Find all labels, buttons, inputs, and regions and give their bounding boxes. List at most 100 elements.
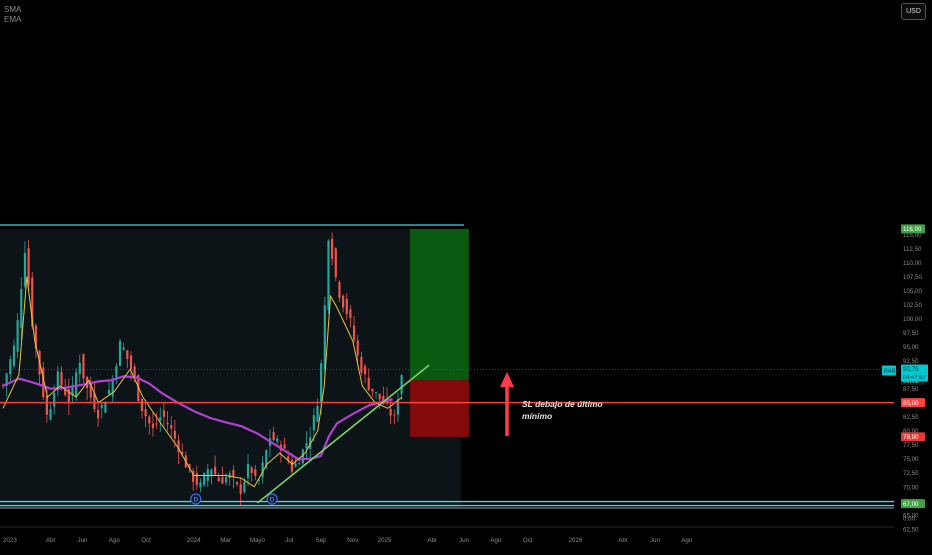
annotation-text-line1: SL debajo de último: [522, 399, 603, 409]
target-price-label: 116,00: [903, 226, 922, 233]
bar-countdown-label: 04:47:57: [903, 375, 926, 381]
indicator-legend: SMA EMA: [4, 5, 21, 25]
candle-bearish: [173, 430, 176, 439]
candle-bearish: [151, 423, 155, 429]
candle-bullish: [104, 402, 107, 413]
candle-bullish: [23, 252, 27, 287]
candle-bearish: [155, 423, 158, 425]
ema-legend-label[interactable]: EMA: [4, 15, 21, 25]
candle-bearish: [331, 238, 334, 259]
candle-bearish: [82, 353, 85, 379]
time-tick-label: Jun: [650, 537, 661, 544]
price-tick-label: 77,50: [903, 442, 919, 449]
time-tick-label: Jun: [459, 537, 470, 544]
stop-loss-price-label: 78,90: [903, 434, 919, 441]
time-tick-label: Sep: [315, 537, 327, 544]
candle-bearish: [129, 355, 133, 369]
time-tick-label: Jun: [78, 537, 89, 544]
candle-bearish: [170, 425, 173, 429]
candle-bearish: [352, 325, 356, 340]
candle-bullish: [374, 392, 378, 393]
time-tick-label: Ago: [490, 537, 502, 544]
candle-bearish: [349, 309, 352, 319]
price-tick-label: 95,00: [903, 344, 919, 351]
candle-bullish: [305, 443, 308, 449]
candle-bearish: [140, 399, 144, 411]
candlestick-chart[interactable]: SL debajo de últimomínimoD D 115,00112,50…: [0, 0, 932, 550]
candle-bullish: [16, 320, 19, 352]
candle-bearish: [27, 248, 30, 285]
price-tick-label: 105,00: [903, 288, 922, 295]
candle-bearish: [254, 469, 257, 476]
candle-bearish: [356, 340, 359, 356]
candle-bullish: [100, 404, 103, 409]
dividend-marker-label: D: [270, 497, 275, 504]
time-tick-label: Jul: [285, 537, 293, 544]
candle-bearish: [345, 299, 348, 314]
annotation-text-line2: mínimo: [522, 411, 552, 421]
candle-bullish: [246, 464, 250, 478]
candle-bearish: [148, 416, 151, 424]
time-tick-label: Abr: [427, 537, 437, 544]
resistance-price-label: 85,00: [903, 400, 919, 407]
price-tick-label: 75,00: [903, 456, 919, 463]
candle-bullish: [159, 416, 162, 421]
candle-bullish: [298, 463, 301, 465]
time-tick-label: Oct: [523, 537, 533, 544]
candle-bullish: [122, 347, 125, 350]
price-tick-label: 72,50: [903, 470, 919, 477]
candle-bearish: [371, 388, 374, 392]
chart-container[interactable]: SL debajo de último mínimo D D 115,00 112,50…: [0, 0, 932, 550]
candle-bearish: [389, 408, 392, 416]
range-highlight: [0, 229, 461, 508]
candle-bullish: [75, 372, 78, 397]
candle-bearish: [250, 467, 253, 474]
candle-bullish: [327, 240, 330, 310]
sma-legend-label[interactable]: SMA: [4, 5, 21, 15]
candle-bearish: [214, 466, 217, 475]
channel-bottom-price-label: 67,00: [903, 501, 919, 508]
candle-bearish: [239, 484, 242, 494]
time-tick-label: Ago: [109, 537, 121, 544]
time-tick-label: 2026: [569, 537, 583, 544]
symbol-label: BABA: [884, 369, 900, 375]
time-tick-label: Mayo: [250, 537, 266, 544]
price-tick-label: 112,50: [903, 246, 922, 253]
price-tick-label: 110,00: [903, 260, 922, 267]
candle-bullish: [53, 392, 56, 407]
candle-bearish: [360, 356, 363, 373]
candle-bearish: [342, 295, 345, 308]
time-tick-label: Mar: [220, 537, 231, 544]
candle-bullish: [78, 363, 81, 375]
candle-bullish: [49, 409, 52, 420]
candle-bullish: [243, 481, 246, 493]
time-tick-label: 2023: [3, 537, 17, 544]
candle-bearish: [166, 422, 169, 425]
price-tick-label: 97,50: [903, 330, 919, 337]
time-tick-label: 2024: [187, 537, 201, 544]
candle-bullish: [301, 449, 304, 464]
candle-bullish: [224, 477, 228, 483]
candle-bearish: [221, 477, 224, 484]
time-tick-label: Abr: [618, 537, 628, 544]
price-tick-label: 100,00: [903, 316, 922, 323]
time-tick-label: Oct: [141, 537, 151, 544]
currency-button[interactable]: USD: [901, 3, 926, 20]
candle-bullish: [210, 469, 213, 476]
price-tick-label: 62,50: [903, 526, 919, 533]
candle-bearish: [232, 469, 235, 477]
candle-bullish: [20, 288, 23, 329]
candle-bearish: [367, 377, 370, 391]
stop-loss-zone: [410, 380, 469, 437]
time-tick-label: 2025: [378, 537, 392, 544]
candle-bullish: [12, 345, 16, 366]
price-tick-label: 87,50: [903, 386, 919, 393]
candle-bearish: [217, 477, 220, 482]
price-tick-label: 0,00: [903, 516, 916, 523]
time-tick-label: Abr: [46, 537, 56, 544]
time-tick-label: Nov: [347, 537, 359, 544]
time-tick-label: Ago: [681, 537, 693, 544]
candle-bearish: [126, 350, 129, 359]
candle-bearish: [235, 482, 239, 485]
price-tick-label: 92,50: [903, 358, 919, 365]
